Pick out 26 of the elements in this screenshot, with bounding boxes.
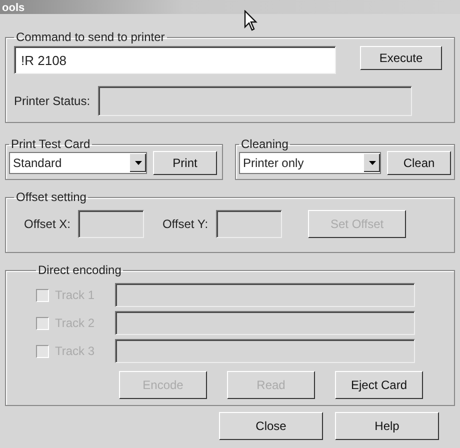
dropdown-arrow-icon [134,161,142,165]
group-label: Print Test Card [10,137,92,151]
clean-button[interactable]: Clean [387,151,451,175]
command-field[interactable]: !R 2108 [14,46,336,74]
group-label: Offset setting [15,190,88,204]
dialog-button[interactable]: Help [335,412,439,440]
print-button[interactable]: Print [153,151,217,175]
cleaning-dropdown[interactable]: Printer only [239,152,381,174]
track-field[interactable] [115,311,415,335]
mouse-pointer-icon [244,10,258,32]
offset-x-field[interactable] [78,210,144,238]
offset-y-label: Offset Y: [162,217,208,231]
group-label: Command to send to printer [15,30,166,44]
track-field[interactable] [115,339,415,363]
group-label: Direct encoding [37,263,122,277]
track-field[interactable] [115,283,415,307]
offset-y-field[interactable] [216,210,282,238]
offset-x-label: Offset X: [24,217,70,231]
execute-button[interactable]: Execute [360,46,442,70]
dialog-button[interactable]: Close [219,412,323,440]
window-title: ools [2,2,25,14]
status-label: Printer Status: [14,94,90,108]
dropdown-arrow-icon [368,161,376,165]
group-label: Cleaning [240,137,290,151]
test-card-dropdown[interactable]: Standard [9,152,147,174]
encoding-button[interactable]: Eject Card [335,371,423,399]
